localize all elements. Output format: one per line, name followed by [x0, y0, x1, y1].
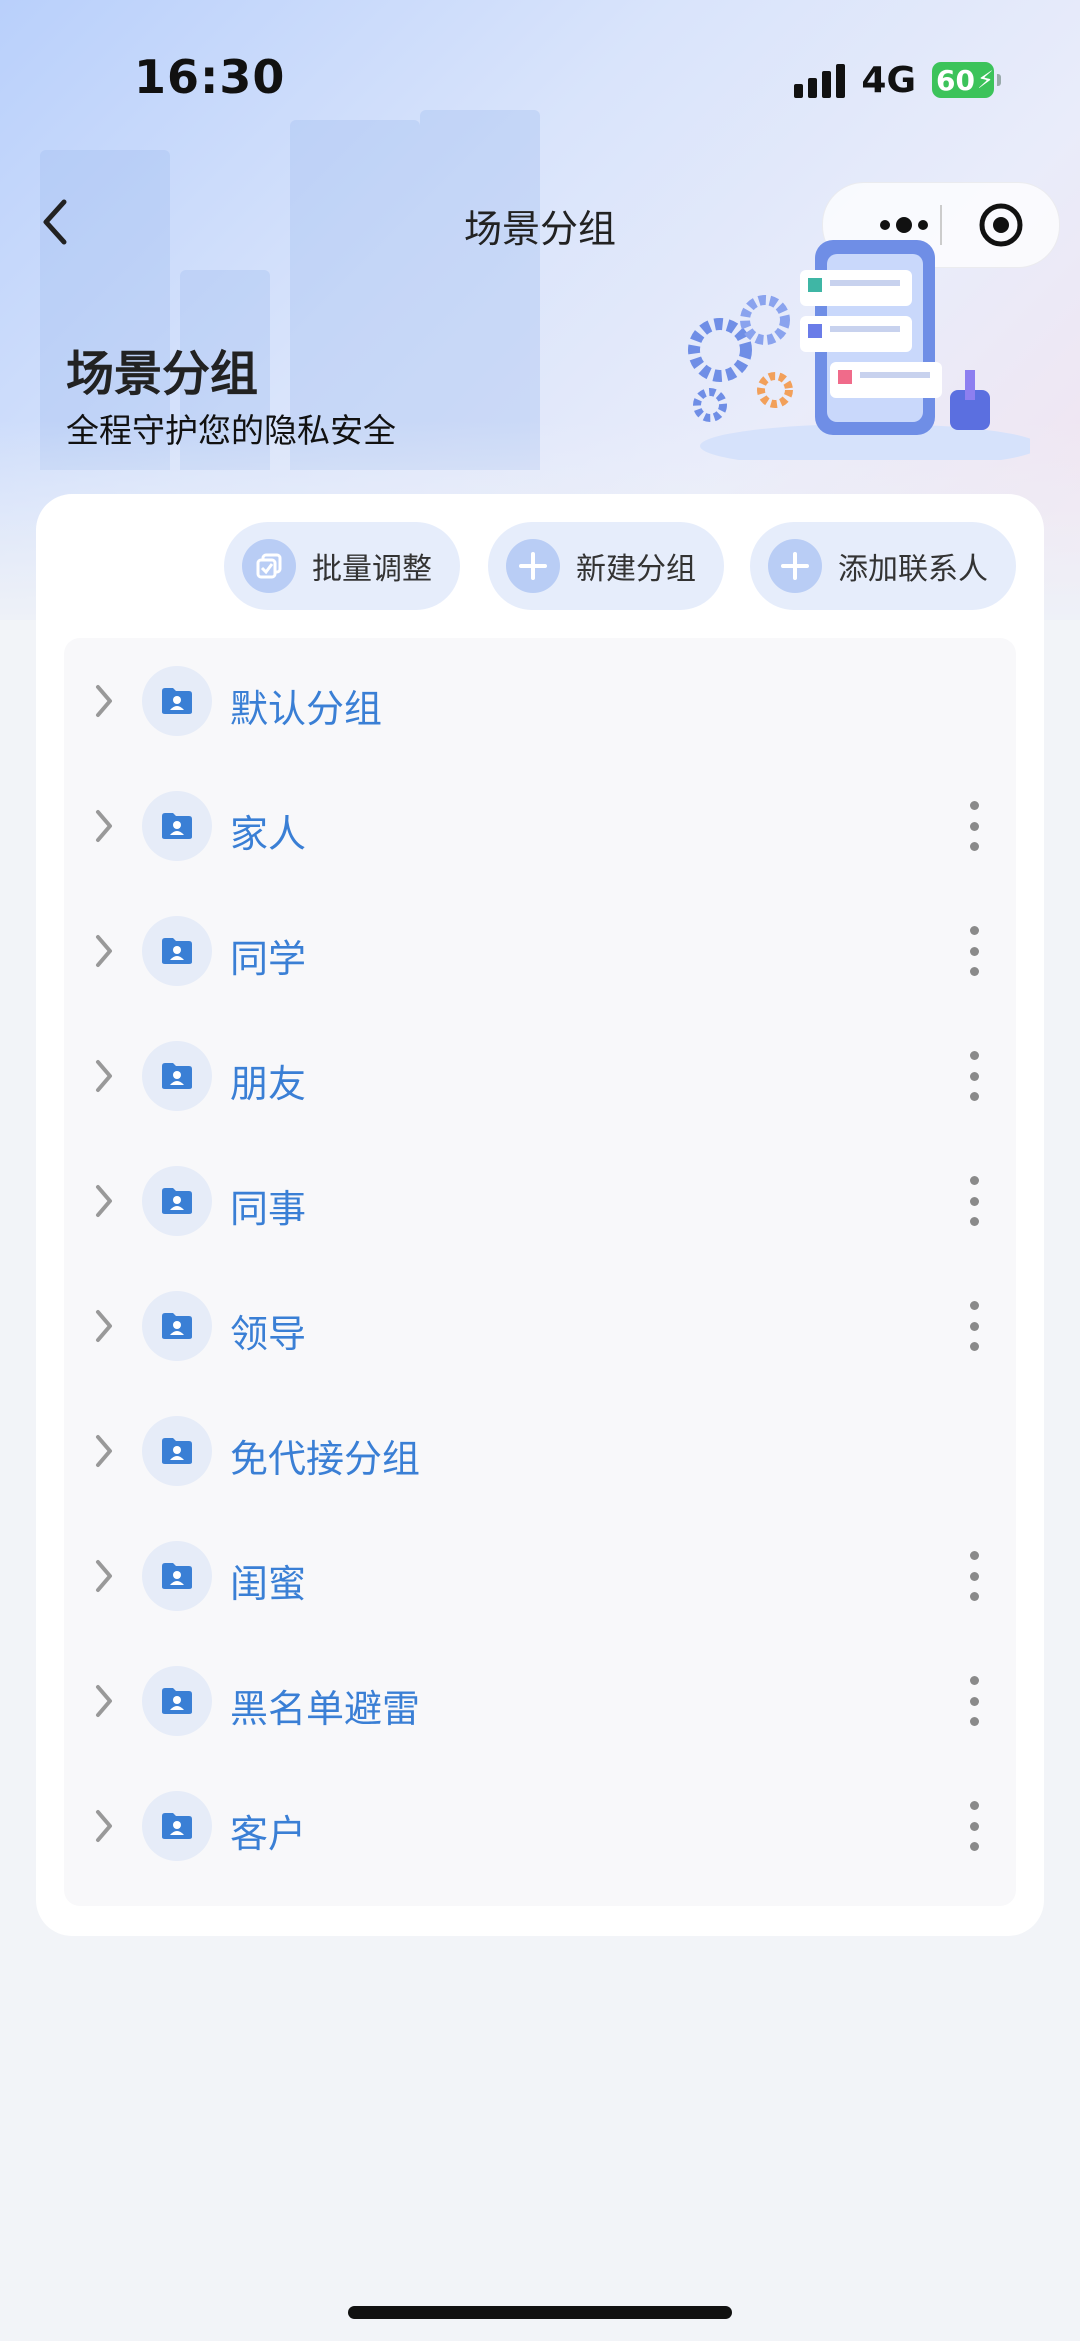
group-name: 朋友: [230, 1062, 307, 1106]
group-row[interactable]: 家人: [64, 763, 1016, 888]
group-name: 黑名单避雷: [230, 1687, 421, 1731]
more-vertical-icon[interactable]: [966, 1801, 982, 1851]
group-name: 免代接分组: [230, 1437, 421, 1481]
chevron-right-icon[interactable]: [94, 1558, 114, 1594]
group-name: 同事: [230, 1187, 307, 1231]
more-vertical-icon[interactable]: [966, 1301, 982, 1351]
more-vertical-icon[interactable]: [966, 1551, 982, 1601]
group-name: 默认分组: [230, 687, 383, 731]
more-vertical-icon[interactable]: [966, 926, 982, 976]
status-indicators: 4G 60 ⚡: [794, 58, 1001, 102]
group-row[interactable]: 客户: [64, 1763, 1016, 1888]
group-name: 同学: [230, 937, 307, 981]
folder-contact-icon: [142, 916, 212, 986]
page-title: 场景分组: [66, 346, 259, 402]
group-row[interactable]: 领导: [64, 1263, 1016, 1388]
chevron-right-icon[interactable]: [94, 683, 114, 719]
chevron-right-icon[interactable]: [94, 1308, 114, 1344]
batch-adjust-label: 批量调整: [312, 552, 432, 587]
page-subtitle: 全程守护您的隐私安全: [66, 411, 396, 450]
add-contact-label: 添加联系人: [838, 552, 988, 587]
batch-icon: [242, 539, 296, 593]
batch-adjust-button[interactable]: 批量调整: [224, 522, 460, 610]
folder-contact-icon: [142, 1416, 212, 1486]
plus-icon: [506, 539, 560, 593]
chevron-right-icon[interactable]: [94, 1808, 114, 1844]
folder-contact-icon: [142, 1666, 212, 1736]
building-decoration: [420, 110, 540, 470]
add-contact-button[interactable]: 添加联系人: [750, 522, 1016, 610]
chevron-right-icon[interactable]: [94, 1683, 114, 1719]
new-group-label: 新建分组: [576, 552, 696, 587]
group-name: 家人: [230, 812, 307, 856]
folder-contact-icon: [142, 791, 212, 861]
chevron-right-icon[interactable]: [94, 1058, 114, 1094]
home-indicator[interactable]: [348, 2306, 732, 2319]
group-name: 客户: [230, 1812, 307, 1856]
group-name: 闺蜜: [230, 1562, 307, 1606]
more-vertical-icon[interactable]: [966, 1176, 982, 1226]
folder-contact-icon: [142, 666, 212, 736]
group-row[interactable]: 闺蜜: [64, 1513, 1016, 1638]
more-vertical-icon[interactable]: [966, 1676, 982, 1726]
chevron-right-icon[interactable]: [94, 933, 114, 969]
phone-gears-illustration: [688, 240, 1030, 460]
battery-level: 60: [936, 63, 975, 97]
network-type: 4G: [861, 59, 916, 101]
group-row[interactable]: 默认分组: [64, 638, 1016, 763]
chevron-right-icon[interactable]: [94, 1183, 114, 1219]
folder-contact-icon: [142, 1791, 212, 1861]
group-row[interactable]: 免代接分组: [64, 1388, 1016, 1513]
group-list: 默认分组家人同学朋友同事领导免代接分组闺蜜黑名单避雷客户: [64, 638, 1016, 1906]
group-card: 批量调整 新建分组 添加联系人 默认分组家人同学朋友同事领导免代接分组闺蜜黑名单…: [36, 494, 1044, 1936]
battery-icon: 60 ⚡: [932, 62, 1001, 98]
signal-icon: [794, 62, 846, 98]
group-name: 领导: [230, 1312, 307, 1356]
action-bar: 批量调整 新建分组 添加联系人: [36, 522, 1044, 610]
chevron-right-icon[interactable]: [94, 808, 114, 844]
group-row[interactable]: 朋友: [64, 1013, 1016, 1138]
plus-icon: [768, 539, 822, 593]
chevron-right-icon[interactable]: [94, 1433, 114, 1469]
folder-contact-icon: [142, 1541, 212, 1611]
group-row[interactable]: 黑名单避雷: [64, 1638, 1016, 1763]
more-vertical-icon[interactable]: [966, 1051, 982, 1101]
group-row[interactable]: 同事: [64, 1138, 1016, 1263]
folder-contact-icon: [142, 1291, 212, 1361]
group-row[interactable]: 同学: [64, 888, 1016, 1013]
folder-contact-icon: [142, 1041, 212, 1111]
more-vertical-icon[interactable]: [966, 801, 982, 851]
new-group-button[interactable]: 新建分组: [488, 522, 724, 610]
status-time: 16:30: [134, 50, 286, 104]
folder-contact-icon: [142, 1166, 212, 1236]
